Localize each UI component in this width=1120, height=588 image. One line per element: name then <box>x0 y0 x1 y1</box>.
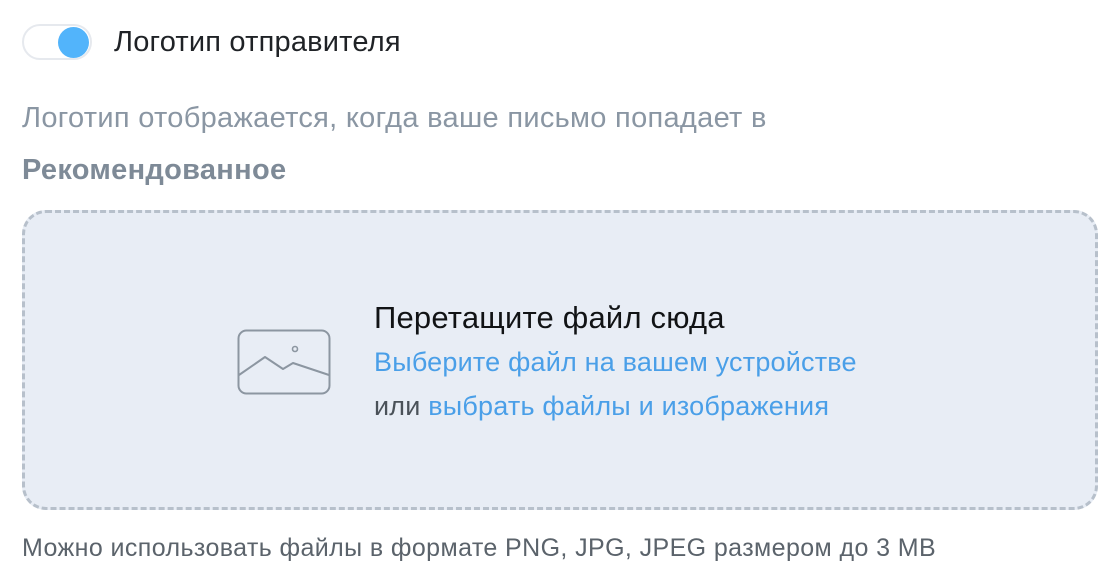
description-text: Логотип отображается, когда ваше письмо … <box>22 102 767 134</box>
sender-logo-toggle[interactable] <box>22 24 92 60</box>
dropzone-title: Перетащите файл сюда <box>374 300 725 335</box>
image-icon <box>237 329 331 395</box>
description-bold-folder: Рекомендованное <box>22 154 287 186</box>
sender-logo-toggle-row: Логотип отправителя <box>22 22 401 62</box>
choose-media-link[interactable]: выбрать файлы и изображения <box>428 391 829 421</box>
choose-media-row: или выбрать файлы и изображения <box>374 384 1074 428</box>
toggle-knob <box>58 27 89 58</box>
toggle-label: Логотип отправителя <box>114 25 401 58</box>
choose-device-link[interactable]: Выберите файл на вашем устройстве <box>374 347 857 377</box>
choose-device-row: Выберите файл на вашем устройстве <box>374 340 1074 384</box>
file-format-hint: Можно использовать файлы в формате PNG, … <box>22 534 937 562</box>
or-text: или <box>374 391 421 421</box>
dropzone-text: Перетащите файл сюда Выберите файл на ва… <box>374 296 1074 428</box>
logo-description: Логотип отображается, когда ваше письмо … <box>22 92 1082 196</box>
file-dropzone[interactable]: Перетащите файл сюда Выберите файл на ва… <box>22 210 1098 510</box>
